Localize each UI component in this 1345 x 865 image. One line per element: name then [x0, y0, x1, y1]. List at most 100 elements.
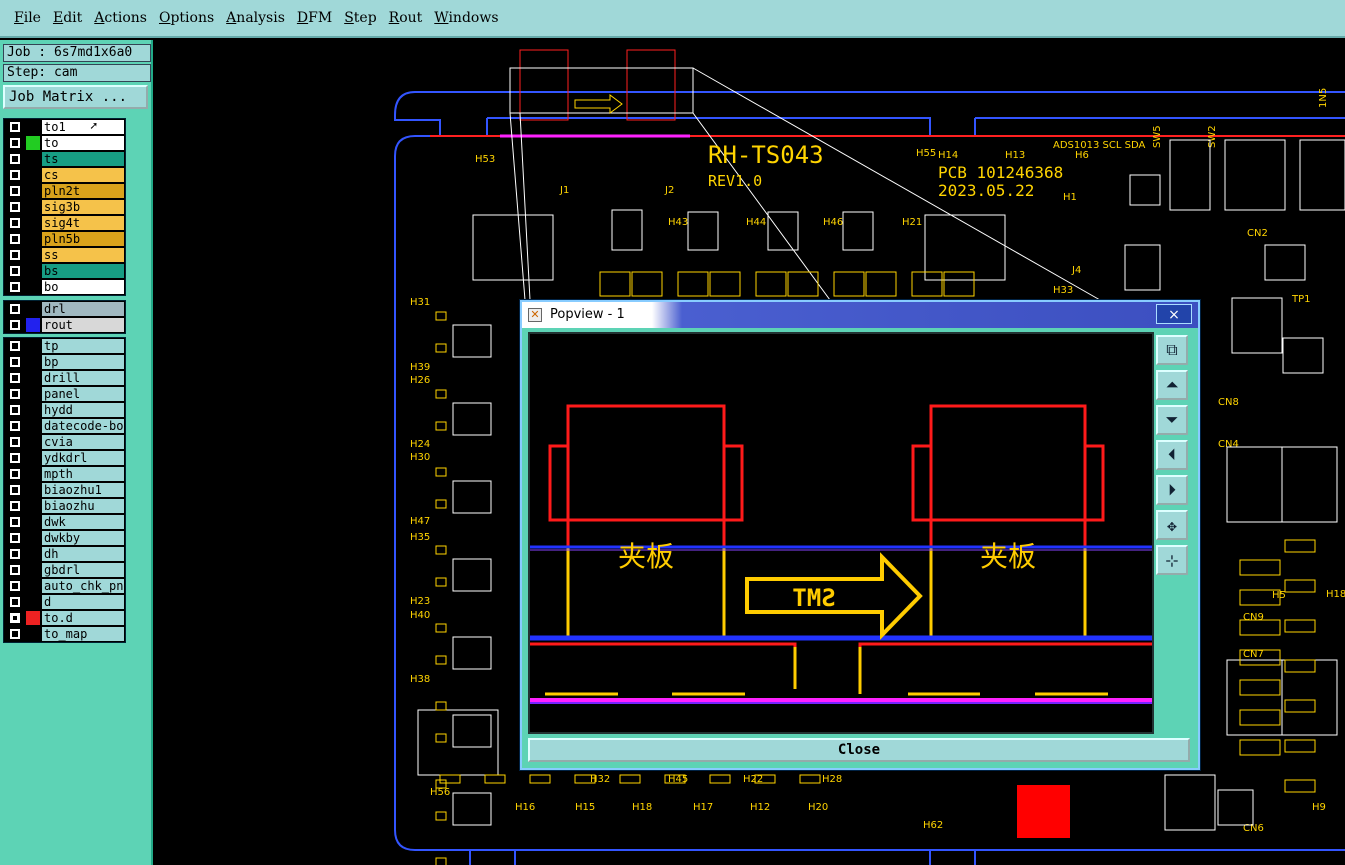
layer-color-swatch[interactable] — [26, 595, 40, 609]
layer-row[interactable]: cvia — [4, 434, 125, 450]
layer-checkbox[interactable] — [10, 138, 20, 148]
layer-color-swatch[interactable] — [26, 152, 40, 166]
layer-color-swatch[interactable] — [26, 579, 40, 593]
layer-color-swatch[interactable] — [26, 419, 40, 433]
layer-color-swatch[interactable] — [26, 563, 40, 577]
menu-windows[interactable]: Windows — [434, 8, 498, 28]
layer-row[interactable]: to_map — [4, 626, 125, 642]
layer-name[interactable]: d — [42, 595, 124, 609]
layer-row[interactable]: to1 ➚ — [4, 119, 125, 135]
layer-name[interactable]: tp — [42, 339, 124, 353]
layer-color-swatch[interactable] — [26, 136, 40, 150]
layer-checkbox[interactable] — [10, 469, 20, 479]
menu-step[interactable]: Step — [344, 8, 376, 28]
layer-row[interactable]: ydkdrl — [4, 450, 125, 466]
layer-color-swatch[interactable] — [26, 515, 40, 529]
layer-checkbox[interactable] — [10, 234, 20, 244]
layer-checkbox[interactable] — [10, 597, 20, 607]
layer-row[interactable]: auto_chk_pn — [4, 578, 125, 594]
layer-name[interactable]: to — [42, 136, 124, 150]
layer-row[interactable]: hydd — [4, 402, 125, 418]
layer-row[interactable]: bp — [4, 354, 125, 370]
layer-row[interactable]: pln5b — [4, 231, 125, 247]
layer-row[interactable]: tp — [4, 338, 125, 354]
layer-color-swatch[interactable] — [26, 120, 40, 134]
pan-up-icon[interactable]: ⏶ — [1156, 370, 1188, 400]
layer-name[interactable]: ts — [42, 152, 124, 166]
layer-name[interactable]: drill — [42, 371, 124, 385]
menu-dfm[interactable]: DFM — [297, 8, 332, 28]
layer-row[interactable]: sig3b — [4, 199, 125, 215]
layer-name[interactable]: to_map — [42, 627, 124, 641]
layer-checkbox[interactable] — [10, 613, 20, 623]
layer-row[interactable]: dwk — [4, 514, 125, 530]
layer-name[interactable]: sig3b — [42, 200, 124, 214]
layer-color-swatch[interactable] — [26, 483, 40, 497]
zoom-in-icon[interactable]: ✥ — [1156, 510, 1188, 540]
layer-checkbox[interactable] — [10, 421, 20, 431]
menu-rout[interactable]: Rout — [389, 8, 423, 28]
layer-row[interactable]: d — [4, 594, 125, 610]
layer-color-swatch[interactable] — [26, 499, 40, 513]
job-matrix-button[interactable]: Job Matrix ... — [3, 85, 148, 109]
layer-checkbox[interactable] — [10, 533, 20, 543]
popview-window[interactable]: ✕ Popview - 1 × SMT 夹板 夹板 ⧉ ⏶ ⏷ ⏴ ⏵ ✥ ⊹ — [520, 300, 1200, 770]
layer-name[interactable]: pln2t — [42, 184, 124, 198]
layer-color-swatch[interactable] — [26, 467, 40, 481]
layer-checkbox[interactable] — [10, 170, 20, 180]
layer-color-swatch[interactable] — [26, 232, 40, 246]
layer-name[interactable]: datecode-bo — [42, 419, 124, 433]
layer-color-swatch[interactable] — [26, 216, 40, 230]
layer-color-swatch[interactable] — [26, 168, 40, 182]
layer-color-swatch[interactable] — [26, 200, 40, 214]
layer-color-swatch[interactable] — [26, 387, 40, 401]
layer-name[interactable]: to.d — [42, 611, 124, 625]
layer-name[interactable]: rout — [42, 318, 124, 332]
layer-name[interactable]: dh — [42, 547, 124, 561]
layer-checkbox[interactable] — [10, 266, 20, 276]
layer-name[interactable]: dwkby — [42, 531, 124, 545]
layer-checkbox[interactable] — [10, 202, 20, 212]
layer-checkbox[interactable] — [10, 629, 20, 639]
layer-row[interactable]: bo — [4, 279, 125, 295]
layer-checkbox[interactable] — [10, 501, 20, 511]
layer-name[interactable]: to1 — [42, 120, 124, 134]
pan-left-icon[interactable]: ⏴ — [1156, 440, 1188, 470]
layer-checkbox[interactable] — [10, 154, 20, 164]
layer-checkbox[interactable] — [10, 389, 20, 399]
layer-color-swatch[interactable] — [26, 531, 40, 545]
close-button[interactable]: Close — [528, 738, 1190, 762]
layer-name[interactable]: dwk — [42, 515, 124, 529]
layer-color-swatch[interactable] — [26, 611, 40, 625]
layer-name[interactable]: cvia — [42, 435, 124, 449]
layer-color-swatch[interactable] — [26, 627, 40, 641]
layer-row[interactable]: biaozhu — [4, 498, 125, 514]
menu-file[interactable]: File — [14, 8, 41, 28]
layer-row[interactable]: drill — [4, 370, 125, 386]
layer-row[interactable]: ss — [4, 247, 125, 263]
layer-row[interactable]: panel — [4, 386, 125, 402]
layer-checkbox[interactable] — [10, 405, 20, 415]
layer-row[interactable]: dwkby — [4, 530, 125, 546]
layer-row[interactable]: gbdrl — [4, 562, 125, 578]
layer-row[interactable]: dh — [4, 546, 125, 562]
layer-color-swatch[interactable] — [26, 355, 40, 369]
layer-color-swatch[interactable] — [26, 264, 40, 278]
layer-name[interactable]: drl — [42, 302, 124, 316]
close-icon[interactable]: × — [1156, 304, 1192, 324]
layer-name[interactable]: ss — [42, 248, 124, 262]
layer-row[interactable]: drl — [4, 301, 125, 317]
layer-name[interactable]: ydkdrl — [42, 451, 124, 465]
layer-color-swatch[interactable] — [26, 248, 40, 262]
layer-checkbox[interactable] — [10, 565, 20, 575]
layer-color-swatch[interactable] — [26, 280, 40, 294]
layer-checkbox[interactable] — [10, 373, 20, 383]
pan-down-icon[interactable]: ⏷ — [1156, 405, 1188, 435]
layer-name[interactable]: hydd — [42, 403, 124, 417]
layer-name[interactable]: bp — [42, 355, 124, 369]
layer-name[interactable]: biaozhu — [42, 499, 124, 513]
layer-name[interactable]: bs — [42, 264, 124, 278]
layer-row[interactable]: to — [4, 135, 125, 151]
layer-color-swatch[interactable] — [26, 451, 40, 465]
layer-color-swatch[interactable] — [26, 403, 40, 417]
